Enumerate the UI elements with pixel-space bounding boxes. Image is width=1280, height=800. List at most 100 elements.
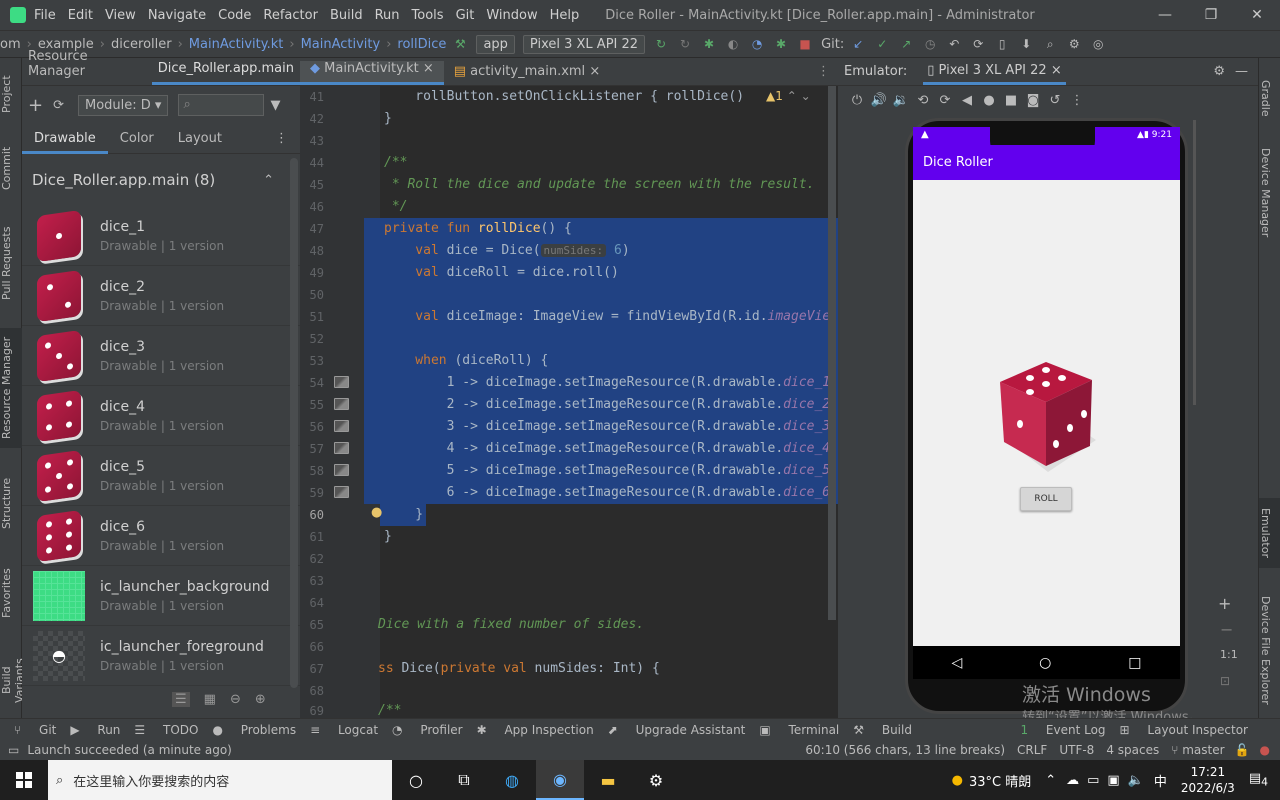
overview-icon[interactable]: ■ bbox=[1000, 93, 1022, 108]
apply-code-icon[interactable]: ↻ bbox=[677, 36, 693, 52]
breadcrumb-class[interactable]: MainActivity bbox=[301, 37, 381, 52]
git-commit-icon[interactable]: ✓ bbox=[874, 36, 890, 52]
device-select[interactable]: Pixel 3 XL API 22 bbox=[522, 34, 646, 54]
tool-layout-inspector[interactable]: ⊞ Layout Inspector bbox=[1120, 723, 1248, 737]
tab-menu-icon[interactable]: ⋮ bbox=[809, 64, 838, 85]
volume-icon[interactable]: 🔈 bbox=[1128, 773, 1144, 788]
git-push-icon[interactable]: ↗ bbox=[898, 36, 914, 52]
tool-todo[interactable]: ☰ TODO bbox=[134, 723, 198, 737]
phone-home-icon[interactable]: ○ bbox=[1039, 655, 1051, 671]
resource-item-ic-launcher-background[interactable]: ic_launcher_background Drawable | 1 versi… bbox=[22, 566, 300, 626]
tool-emulator[interactable]: Emulator bbox=[1259, 498, 1280, 568]
tool-git[interactable]: ⑂ Git bbox=[14, 723, 56, 737]
tool-build-variants[interactable]: Build Variants bbox=[0, 643, 26, 718]
zoom-in-icon[interactable]: + bbox=[1218, 594, 1231, 613]
tool-favorites[interactable]: Favorites bbox=[0, 558, 22, 628]
task-view-icon[interactable]: ⧉ bbox=[440, 760, 488, 800]
image-preview-icon[interactable] bbox=[334, 420, 349, 432]
battery-icon[interactable]: ▭ bbox=[1087, 773, 1099, 788]
taskbar-search-input[interactable]: ⌕ 在这里输入你要搜索的内容 bbox=[48, 760, 392, 800]
list-view-icon[interactable]: ☰ bbox=[172, 692, 190, 707]
emulator-settings-icon[interactable]: ⚙ bbox=[1213, 64, 1225, 79]
subtab-layout[interactable]: Layout bbox=[166, 124, 234, 154]
emulator-scrollbar[interactable] bbox=[1193, 120, 1196, 405]
editor-scrollbar[interactable] bbox=[828, 86, 836, 620]
tool-build[interactable]: ⚒ Build bbox=[853, 723, 912, 737]
snapshot-icon[interactable]: ↺ bbox=[1044, 93, 1066, 108]
file-explorer-icon[interactable]: ▬ bbox=[584, 760, 632, 800]
fit-screen-icon[interactable]: ⊡ bbox=[1220, 674, 1230, 688]
close-icon[interactable]: ✕ bbox=[1234, 0, 1280, 30]
zoom-out-icon[interactable]: ⊖ bbox=[230, 692, 241, 707]
tool-app-inspection[interactable]: ✱ App Inspection bbox=[477, 723, 594, 737]
maximize-icon[interactable]: ❐ bbox=[1188, 0, 1234, 30]
close-tab-icon[interactable]: × bbox=[589, 64, 600, 79]
cortana-icon[interactable]: ○ bbox=[392, 760, 440, 800]
resource-item-ic-launcher-foreground[interactable]: ◓ ic_launcher_foreground Drawable | 1 ver… bbox=[22, 626, 300, 686]
weather-icon[interactable]: ● bbox=[952, 773, 963, 788]
menu-file[interactable]: File bbox=[34, 8, 56, 23]
rotate-right-icon[interactable]: ⟳ bbox=[934, 93, 956, 108]
power-icon[interactable]: ⏻ bbox=[846, 93, 868, 108]
stop-icon[interactable]: ■ bbox=[797, 36, 813, 52]
taskbar-clock[interactable]: 17:21 2022/6/3 bbox=[1181, 764, 1235, 796]
collapse-chevron-icon[interactable]: ⌃ bbox=[263, 173, 274, 188]
assistant-icon[interactable]: ◎ bbox=[1090, 36, 1106, 52]
status-message-icon[interactable]: ▭ bbox=[8, 743, 19, 757]
menu-window[interactable]: Window bbox=[486, 8, 537, 23]
run-config-select[interactable]: app bbox=[476, 34, 515, 54]
menu-build[interactable]: Build bbox=[330, 8, 363, 23]
tool-gradle[interactable]: Gradle bbox=[1259, 68, 1280, 128]
resource-item-dice-2[interactable]: dice_2 Drawable | 1 version bbox=[22, 266, 300, 326]
network-icon[interactable]: ▣ bbox=[1107, 773, 1119, 788]
volume-down-icon[interactable]: 🔉 bbox=[890, 93, 912, 108]
rollback-icon[interactable]: ↶ bbox=[946, 36, 962, 52]
resource-item-dice-4[interactable]: dice_4 Drawable | 1 version bbox=[22, 386, 300, 446]
more-options-icon[interactable]: ⋮ bbox=[263, 124, 300, 154]
tool-resource-manager[interactable]: Resource Manager bbox=[0, 328, 22, 448]
breadcrumb-package[interactable]: om bbox=[0, 37, 21, 52]
menu-navigate[interactable]: Navigate bbox=[148, 8, 206, 23]
menu-run[interactable]: Run bbox=[375, 8, 400, 23]
roll-button[interactable]: ROLL bbox=[1020, 487, 1072, 511]
settings-gear-icon[interactable]: ⚙ bbox=[1066, 36, 1082, 52]
breadcrumb-file[interactable]: MainActivity.kt bbox=[189, 37, 284, 52]
resource-scrollbar[interactable] bbox=[290, 158, 298, 688]
edge-icon[interactable]: ◍ bbox=[488, 760, 536, 800]
grid-view-icon[interactable]: ▦ bbox=[204, 692, 216, 707]
weather-text[interactable]: 33°C 晴朗 bbox=[969, 771, 1031, 790]
close-tab-icon[interactable]: × bbox=[423, 61, 434, 76]
tab-resource-manager[interactable]: Resource Manager bbox=[22, 49, 152, 85]
resource-search-input[interactable]: ⌕ bbox=[178, 94, 265, 116]
sdk-manager-icon[interactable]: ⬇ bbox=[1018, 36, 1034, 52]
resource-item-dice-6[interactable]: dice_6 Drawable | 1 version bbox=[22, 506, 300, 566]
debug-icon[interactable]: ✱ bbox=[701, 36, 717, 52]
android-studio-taskbar-icon[interactable]: ◉ bbox=[536, 760, 584, 800]
tool-logcat[interactable]: ≡ Logcat bbox=[310, 723, 378, 737]
tool-structure[interactable]: Structure bbox=[0, 468, 22, 538]
onedrive-icon[interactable]: ☁ bbox=[1066, 773, 1079, 788]
search-icon[interactable]: ⌕ bbox=[1042, 36, 1058, 52]
menu-help[interactable]: Help bbox=[550, 8, 580, 23]
zoom-in-icon[interactable]: ⊕ bbox=[255, 692, 266, 707]
git-update-icon[interactable]: ↙ bbox=[850, 36, 866, 52]
subtab-color[interactable]: Color bbox=[108, 124, 166, 154]
tool-upgrade-assistant[interactable]: ⬈ Upgrade Assistant bbox=[608, 723, 746, 737]
minimize-icon[interactable]: — bbox=[1142, 0, 1188, 30]
image-preview-icon[interactable] bbox=[334, 464, 349, 476]
image-preview-icon[interactable] bbox=[334, 442, 349, 454]
error-indicator-icon[interactable]: ● bbox=[1260, 743, 1270, 757]
settings-icon[interactable]: ⚙ bbox=[632, 760, 680, 800]
rotate-left-icon[interactable]: ⟲ bbox=[912, 93, 934, 108]
resource-item-dice-5[interactable]: dice_5 Drawable | 1 version bbox=[22, 446, 300, 506]
tool-commit[interactable]: Commit bbox=[0, 138, 22, 198]
back-icon[interactable]: ◀ bbox=[956, 93, 978, 108]
menu-refactor[interactable]: Refactor bbox=[263, 8, 318, 23]
menu-tools[interactable]: Tools bbox=[412, 8, 444, 23]
coverage-icon[interactable]: ◐ bbox=[725, 36, 741, 52]
lock-icon[interactable]: 🔓 bbox=[1235, 743, 1250, 757]
menu-view[interactable]: View bbox=[105, 8, 136, 23]
git-branch[interactable]: ⑂ master bbox=[1171, 743, 1224, 757]
device-manager-icon[interactable]: ▯ bbox=[994, 36, 1010, 52]
lightbulb-icon[interactable]: ● bbox=[371, 505, 382, 520]
